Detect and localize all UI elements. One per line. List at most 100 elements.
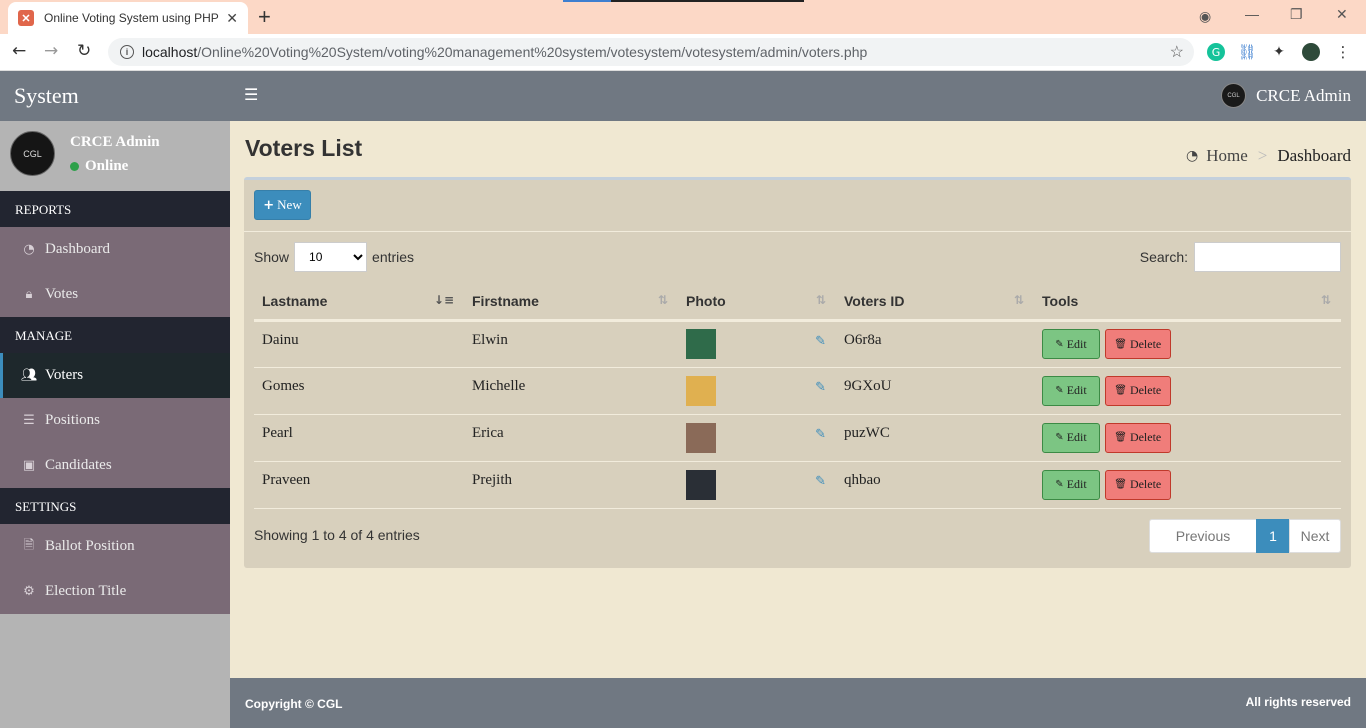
- copyright-text: Copyright © CGL: [245, 697, 343, 711]
- sidebar-item-label: Votes: [45, 286, 79, 302]
- dashboard-icon: ◔: [1185, 148, 1199, 164]
- edit-icon: ✎: [1055, 432, 1064, 443]
- sidebar-item-label: Ballot Position: [45, 538, 135, 554]
- breadcrumb-home[interactable]: Home: [1206, 146, 1248, 166]
- pagination: Previous 1 Next: [1149, 519, 1341, 553]
- minimize-icon[interactable]: —: [1245, 6, 1259, 22]
- user-status: Online: [70, 158, 128, 175]
- search-input[interactable]: [1194, 242, 1341, 272]
- page-1-button[interactable]: 1: [1256, 519, 1290, 553]
- column-tools[interactable]: Tools ⇅: [1034, 283, 1341, 322]
- previous-button[interactable]: Previous: [1149, 519, 1257, 553]
- grammarly-icon[interactable]: G: [1207, 43, 1225, 61]
- sidebar-item-label: Positions: [45, 412, 101, 428]
- admin-app: System ☰ CGL CRCE Admin CGL CRCE Admin O…: [0, 71, 1366, 728]
- cell-lastname: Gomes: [254, 367, 464, 415]
- header-avatar: CGL: [1221, 83, 1247, 108]
- page-length-select[interactable]: 10: [294, 242, 368, 272]
- sort-icon: ⇅: [1320, 293, 1331, 307]
- url-path: /Online%20Voting%20System/voting%20manag…: [197, 44, 868, 60]
- edit-photo-icon[interactable]: ✎: [815, 380, 826, 395]
- column-voters-id[interactable]: Voters ID ⇅: [836, 283, 1034, 322]
- logo[interactable]: System: [0, 71, 230, 121]
- site-info-icon[interactable]: i: [120, 45, 134, 59]
- section-settings: SETTINGS: [0, 488, 230, 524]
- reload-icon[interactable]: ↻: [77, 41, 91, 61]
- address-toolbar: ← → ↻ i localhost/Online%20Voting%20Syst…: [0, 34, 1366, 71]
- tab-title: Online Voting System using PHP: [44, 11, 219, 25]
- extensions-puzzle-icon[interactable]: ✦: [1270, 43, 1288, 61]
- users-icon: 👥︎: [21, 368, 38, 383]
- edit-photo-icon[interactable]: ✎: [815, 427, 826, 442]
- cell-voters-id: puzWC: [836, 414, 1034, 462]
- sidebar-item-label: Election Title: [45, 583, 127, 599]
- edit-photo-icon[interactable]: ✎: [815, 334, 826, 349]
- cell-firstname: Elwin: [464, 320, 678, 368]
- forward-icon[interactable]: →: [44, 41, 58, 61]
- edit-button[interactable]: ✎ Edit: [1042, 375, 1100, 406]
- delete-button[interactable]: 🗑︎ Delete: [1104, 329, 1171, 359]
- tasks-icon: ☰: [23, 413, 35, 428]
- column-firstname[interactable]: Firstname ⇅: [464, 283, 678, 322]
- sidebar-item-positions[interactable]: ☰ Positions: [0, 398, 230, 443]
- link-extension-icon[interactable]: ⛓: [1237, 43, 1257, 61]
- cell-voters-id: qhbao: [836, 461, 1034, 509]
- tab-close-icon[interactable]: ✕: [226, 10, 238, 27]
- edit-button[interactable]: ✎ Edit: [1042, 329, 1100, 359]
- table-info: Showing 1 to 4 of 4 entries: [254, 527, 420, 543]
- profile-avatar-icon[interactable]: [1302, 43, 1320, 61]
- trash-icon: 🗑︎: [1114, 432, 1127, 443]
- profile-menu-icon[interactable]: ◉: [1199, 8, 1211, 25]
- restore-icon[interactable]: ❐: [1290, 6, 1303, 23]
- url-bar[interactable]: i localhost/Online%20Voting%20System/vot…: [108, 38, 1194, 66]
- sort-icon: ⇅: [815, 293, 826, 307]
- delete-button[interactable]: 🗑︎ Delete: [1104, 422, 1171, 453]
- header-user-menu[interactable]: CGL CRCE Admin: [1221, 83, 1351, 108]
- table-controls: Show 10 entries Search:: [244, 232, 1351, 280]
- table-body: Dainu Elwin ✎ O6r8a ✎ Edit 🗑︎ Delete Gomes Miche…: [254, 320, 1341, 509]
- bookmark-star-icon[interactable]: ☆: [1170, 42, 1184, 62]
- url-host: localhost: [142, 44, 198, 60]
- browser-tab[interactable]: ✕ Online Voting System using PHP ✕: [8, 2, 248, 34]
- sidebar-toggle-icon[interactable]: ☰: [244, 85, 258, 104]
- breadcrumb-current: Dashboard: [1277, 146, 1351, 165]
- sidebar-item-election-title[interactable]: ⚙ Election Title: [0, 569, 230, 614]
- new-voter-button[interactable]: + New: [254, 190, 311, 220]
- window-close-icon[interactable]: ✕: [1336, 6, 1348, 23]
- sidebar-item-votes[interactable]: 🔒︎ Votes: [0, 272, 230, 317]
- delete-button[interactable]: 🗑︎ Delete: [1104, 469, 1171, 500]
- cell-tools: ✎ Edit 🗑︎ Delete: [1034, 367, 1341, 415]
- new-tab-icon[interactable]: +: [258, 4, 271, 30]
- cell-firstname: Prejith: [464, 461, 678, 509]
- sidebar: CGL CRCE Admin Online REPORTS ◔ Dashboar…: [0, 121, 230, 728]
- edit-button[interactable]: ✎ Edit: [1042, 469, 1100, 500]
- cell-firstname: Erica: [464, 414, 678, 462]
- breadcrumb: ◔ Home > Dashboard: [1186, 146, 1351, 166]
- sidebar-item-label: Dashboard: [45, 241, 110, 257]
- delete-button[interactable]: 🗑︎ Delete: [1104, 375, 1171, 406]
- column-photo[interactable]: Photo ⇅: [678, 283, 836, 322]
- cell-firstname: Michelle: [464, 367, 678, 415]
- sidebar-item-candidates[interactable]: ▣ Candidates: [0, 443, 230, 488]
- back-icon[interactable]: ←: [12, 41, 26, 61]
- sidebar-item-dashboard[interactable]: ◔ Dashboard: [0, 227, 230, 272]
- edit-icon: ✎: [1055, 479, 1064, 490]
- header-user-name: CRCE Admin: [1256, 85, 1351, 105]
- voter-photo: [686, 329, 716, 359]
- online-dot-icon: [70, 162, 79, 171]
- voter-photo: [686, 422, 716, 453]
- table-header-row: Lastname ↓≡ Firstname ⇅ Photo ⇅ Voters ID ⇅ …: [254, 283, 1341, 322]
- rights-text: All rights reserved: [1245, 695, 1351, 709]
- edit-button[interactable]: ✎ Edit: [1042, 422, 1100, 453]
- next-button[interactable]: Next: [1289, 519, 1341, 553]
- sidebar-item-label: Candidates: [45, 457, 112, 473]
- edit-photo-icon[interactable]: ✎: [815, 474, 826, 489]
- voter-photo: [686, 375, 716, 406]
- sidebar-item-ballot-position[interactable]: 🗎 Ballot Position: [0, 524, 230, 569]
- section-manage: MANAGE: [0, 317, 230, 353]
- browser-menu-icon[interactable]: ⋮: [1334, 43, 1352, 61]
- cell-photo: ✎: [678, 461, 836, 509]
- sidebar-item-voters[interactable]: 👥︎ Voters: [0, 353, 230, 398]
- column-lastname[interactable]: Lastname ↓≡: [254, 283, 464, 322]
- dashboard-icon: ◔: [23, 242, 35, 257]
